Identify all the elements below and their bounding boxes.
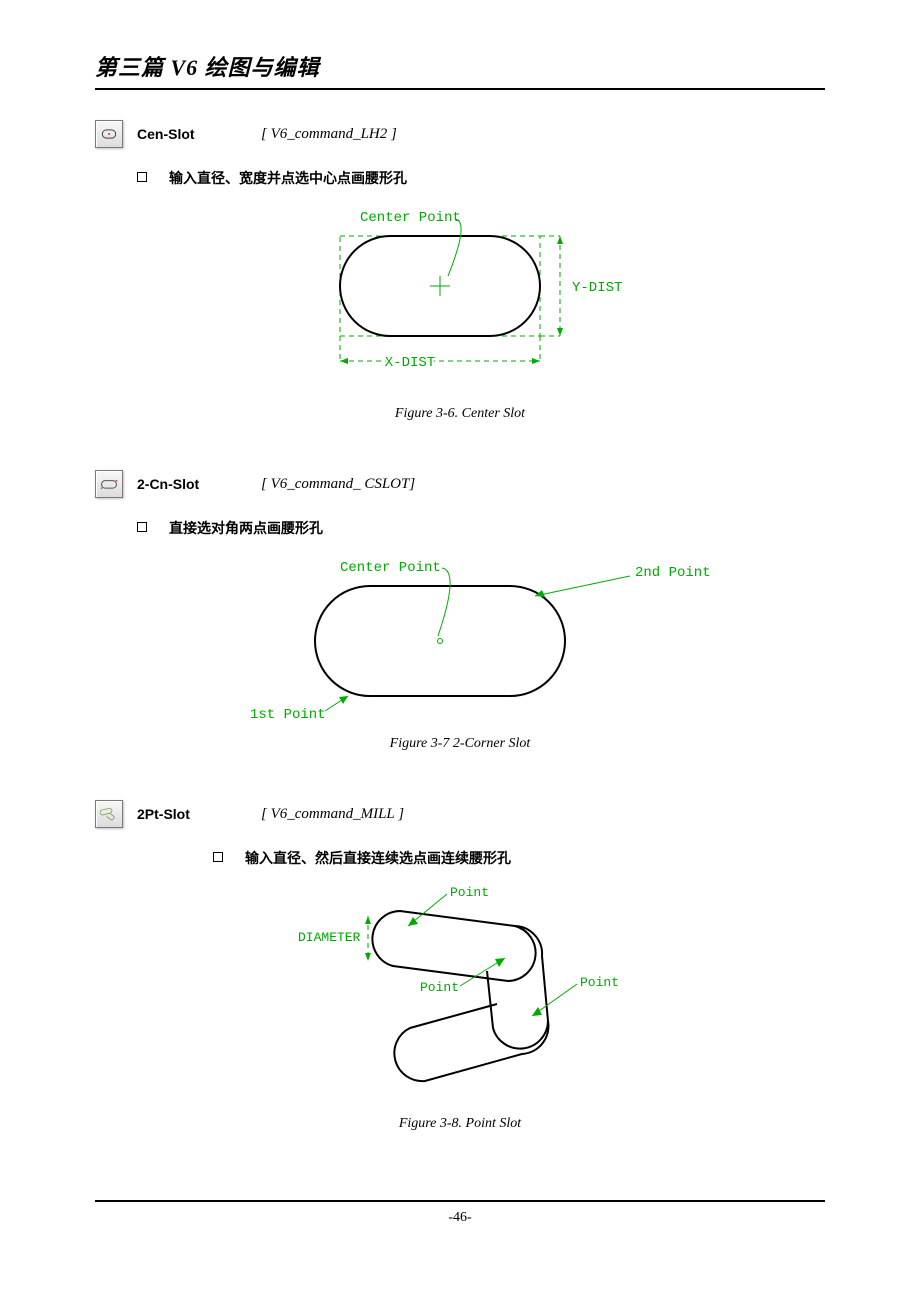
bullet-text: 输入直径、然后直接连续选点画连续腰形孔	[245, 848, 511, 868]
svg-text:Point: Point	[580, 975, 619, 990]
caption: Figure 3-6. Center Slot	[395, 406, 525, 422]
section-cen-slot: Cen-Slot [ V6_command_LH2 ] 输入直径、宽度并点选中心…	[95, 120, 825, 450]
svg-text:Y-DIST: Y-DIST	[572, 280, 622, 296]
bullet-marker	[137, 172, 147, 182]
figure-corner-slot: Center Point 1st Point 2nd Point Figure …	[95, 546, 825, 780]
page-number: -46-	[448, 1210, 471, 1225]
figure-center-slot: Center Point X-DIST Y-DIST Figure 3-6. C…	[95, 196, 825, 450]
cmd-code: [ V6_command_MILL ]	[261, 806, 404, 823]
svg-text:Center Point: Center Point	[360, 210, 461, 226]
cmd-code: [ V6_command_LH2 ]	[261, 126, 397, 143]
section-2cn-slot: 2-Cn-Slot [ V6_command_ CSLOT] 直接选对角两点画腰…	[95, 470, 825, 780]
page-footer: -46-	[95, 1200, 825, 1226]
section-head: 2Pt-Slot [ V6_command_MILL ]	[95, 800, 825, 828]
section-head: Cen-Slot [ V6_command_LH2 ]	[95, 120, 825, 148]
cmd-code: [ V6_command_ CSLOT]	[261, 476, 415, 493]
svg-text:DIAMETER: DIAMETER	[298, 930, 361, 945]
svg-text:Point: Point	[450, 885, 489, 900]
cmd-name: Cen-Slot	[137, 126, 247, 142]
cmd-name: 2Pt-Slot	[137, 806, 247, 822]
cmd-name: 2-Cn-Slot	[137, 476, 247, 492]
svg-text:Point: Point	[420, 980, 459, 995]
page-header: 第三篇 V6 绘图与编辑	[95, 50, 825, 90]
bullet: 输入直径、宽度并点选中心点画腰形孔	[137, 168, 825, 188]
bullet: 直接选对角两点画腰形孔	[137, 518, 825, 538]
page: 第三篇 V6 绘图与编辑 Cen-Slot [ V6_command_LH2 ]…	[0, 0, 920, 1256]
svg-text:Center Point: Center Point	[340, 560, 441, 576]
bullet: 输入直径、然后直接连续选点画连续腰形孔	[213, 848, 825, 868]
bullet-marker	[213, 852, 223, 862]
svg-text:X-DIST: X-DIST	[385, 355, 435, 371]
figure-point-slot: DIAMETER Point Point Point Figure 3-8. P…	[95, 876, 825, 1160]
two-cn-slot-icon	[95, 470, 123, 498]
section-2pt-slot: 2Pt-Slot [ V6_command_MILL ] 输入直径、然后直接连续…	[95, 800, 825, 1160]
caption: Figure 3-7 2-Corner Slot	[390, 736, 531, 752]
bullet-text: 输入直径、宽度并点选中心点画腰形孔	[169, 168, 407, 188]
caption: Figure 3-8. Point Slot	[399, 1116, 521, 1132]
section-head: 2-Cn-Slot [ V6_command_ CSLOT]	[95, 470, 825, 498]
bullet-marker	[137, 522, 147, 532]
cen-slot-icon	[95, 120, 123, 148]
svg-text:2nd Point: 2nd Point	[635, 565, 711, 581]
bullet-text: 直接选对角两点画腰形孔	[169, 518, 323, 538]
two-pt-slot-icon	[95, 800, 123, 828]
svg-text:1st Point: 1st Point	[250, 707, 326, 723]
